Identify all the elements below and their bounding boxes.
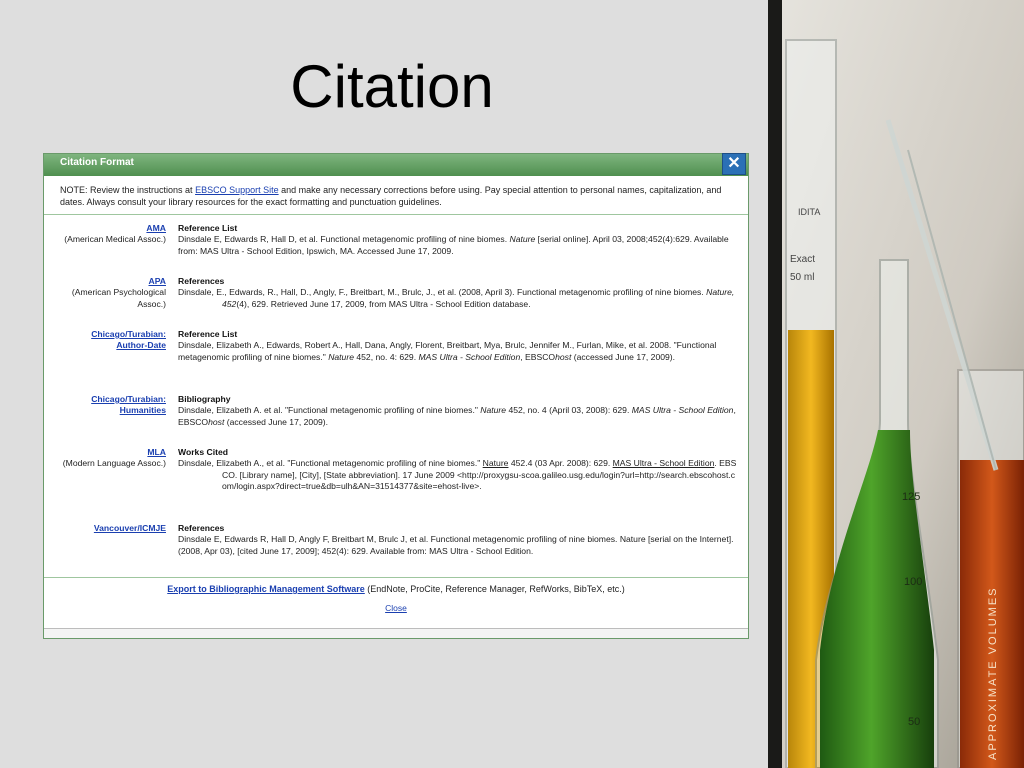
citation-text: Dinsdale E, Edwards R, Hall D, Angly F, …: [178, 534, 734, 556]
citation-row-chicago-humanities: Chicago/Turabian: Humanities Bibliograph…: [44, 394, 748, 428]
citation-text: Dinsdale E, Edwards R, Hall D, et al. Fu…: [178, 234, 729, 256]
citation-dialog: Citation Format ✕ NOTE: Review the instr…: [43, 153, 749, 639]
dialog-title: Citation Format: [60, 157, 134, 168]
citation-row-apa: APA (American Psychological Assoc.) Refe…: [44, 276, 748, 310]
instructions-note: NOTE: Review the instructions at EBSCO S…: [44, 176, 748, 215]
dialog-footer-strip: [44, 628, 748, 638]
citation-heading: Works Cited: [178, 447, 228, 457]
close-link[interactable]: Close: [385, 603, 407, 613]
style-link-chicago-humanities[interactable]: Chicago/Turabian: Humanities: [66, 394, 166, 417]
beaker-text: APPROXIMATE VOLUMES: [987, 587, 999, 761]
citation-text: Dinsdale, Elizabeth A., Edwards, Robert …: [178, 340, 717, 362]
style-link-mla[interactable]: MLA: [147, 447, 166, 458]
export-link[interactable]: Export to Bibliographic Management Softw…: [167, 584, 365, 594]
citation-heading: Bibliography: [178, 394, 231, 404]
citation-row-ama: AMA (American Medical Assoc.) Reference …: [44, 223, 748, 257]
style-description: (American Psychological Assoc.): [71, 287, 166, 309]
ebsco-support-link[interactable]: EBSCO Support Site: [195, 185, 279, 195]
export-section: Export to Bibliographic Management Softw…: [44, 577, 748, 613]
citation-row-mla: MLA (Modern Language Assoc.) Works Cited…: [44, 447, 748, 493]
beaker-mark-2: 100: [904, 576, 922, 588]
citation-heading: Reference List: [178, 329, 238, 339]
style-description: (Modern Language Assoc.): [62, 458, 166, 469]
citation-row-vancouver: Vancouver/ICMJE References Dinsdale E, E…: [44, 523, 748, 557]
citation-heading: References: [178, 523, 225, 533]
citation-list: AMA (American Medical Assoc.) Reference …: [44, 215, 748, 575]
tube-label-3: 50 ml: [790, 272, 814, 283]
tube-label-2: Exact: [790, 254, 815, 265]
beaker-mark-3: 50: [908, 716, 920, 728]
style-link-vancouver[interactable]: Vancouver/ICMJE: [94, 523, 166, 534]
citation-text: Dinsdale, E., Edwards, R., Hall, D., Ang…: [178, 287, 735, 309]
citation-row-chicago-author-date: Chicago/Turabian: Author-Date Reference …: [44, 329, 748, 363]
style-link-apa[interactable]: APA: [148, 276, 166, 287]
citation-heading: References: [178, 276, 225, 286]
style-link-chicago-author-date[interactable]: Chicago/Turabian: Author-Date: [66, 329, 166, 352]
citation-text: Dinsdale, Elizabeth A., et al. "Function…: [178, 458, 737, 492]
citation-text: Dinsdale, Elizabeth A. et al. "Functiona…: [178, 405, 736, 427]
close-icon[interactable]: ✕: [722, 153, 746, 175]
style-description: (American Medical Assoc.): [64, 234, 166, 245]
dialog-titlebar: Citation Format ✕: [44, 153, 748, 176]
style-link-ama[interactable]: AMA: [146, 223, 166, 234]
citation-heading: Reference List: [178, 223, 238, 233]
tube-label-1: IDITA: [798, 207, 820, 217]
slide-title: Citation: [290, 53, 494, 120]
beaker-mark-1: 125: [902, 491, 920, 503]
lab-glassware-photo: IDITA Exact 50 ml 125 100 50 APPROXIMATE…: [768, 0, 1024, 768]
